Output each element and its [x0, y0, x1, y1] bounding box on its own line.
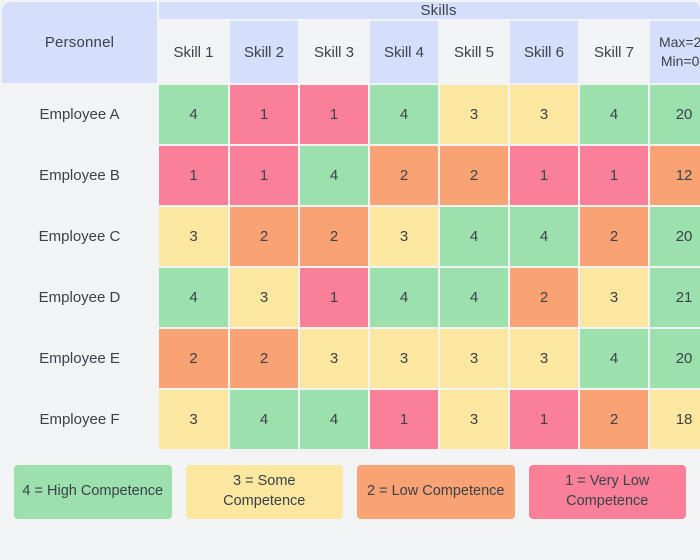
row-total-cell: 18 [650, 390, 700, 449]
score-cell: 4 [440, 207, 508, 266]
legend-item: 3 = Some Competence [185, 465, 343, 519]
score-cell: 4 [580, 329, 648, 388]
row-total-cell: 20 [650, 329, 700, 388]
score-cell: 3 [510, 85, 578, 144]
score-cell: 2 [300, 207, 368, 266]
row-total-cell: 21 [650, 268, 700, 327]
score-cell: 2 [370, 146, 438, 205]
skills-header: Skills [159, 2, 700, 19]
score-cell: 1 [580, 146, 648, 205]
row-label: Employee E [2, 329, 157, 388]
score-cell: 3 [370, 329, 438, 388]
score-cell: 3 [510, 329, 578, 388]
min-label: Min=07 [660, 53, 700, 69]
score-cell: 4 [159, 85, 228, 144]
score-cell: 4 [510, 207, 578, 266]
score-cell: 4 [230, 390, 298, 449]
matrix-header: Personnel Skills Skill 1 Skill 2 Skill 3… [2, 2, 700, 83]
row-label: Employee D [2, 268, 157, 327]
score-cell: 1 [300, 85, 368, 144]
column-header-skill-6: Skill 6 [510, 21, 578, 83]
score-cell: 3 [370, 207, 438, 266]
column-header-skill-3: Skill 3 [300, 21, 368, 83]
column-header-skill-1: Skill 1 [159, 21, 228, 83]
score-cell: 4 [440, 268, 508, 327]
score-cell: 1 [230, 146, 298, 205]
row-label: Employee C [2, 207, 157, 266]
score-cell: 3 [580, 268, 648, 327]
row-label: Employee A [2, 85, 157, 144]
score-cell: 3 [159, 390, 228, 449]
score-cell: 3 [300, 329, 368, 388]
score-cell: 3 [159, 207, 228, 266]
score-cell: 2 [440, 146, 508, 205]
score-cell: 3 [230, 268, 298, 327]
column-header-skill-4: Skill 4 [370, 21, 438, 83]
score-cell: 1 [159, 146, 228, 205]
table-row: Employee E 2 2 3 3 3 3 4 20 [2, 329, 700, 388]
score-cell: 2 [230, 207, 298, 266]
table-row: Employee A 4 1 1 4 3 3 4 20 [2, 85, 700, 144]
score-cell: 2 [230, 329, 298, 388]
score-cell: 3 [440, 390, 508, 449]
score-cell: 2 [159, 329, 228, 388]
column-header-skill-7: Skill 7 [580, 21, 648, 83]
row-label: Employee B [2, 146, 157, 205]
table-row: Employee D 4 3 1 4 4 2 3 21 [2, 268, 700, 327]
score-cell: 4 [370, 268, 438, 327]
personnel-header: Personnel [2, 2, 157, 83]
table-row: Employee B 1 1 4 2 2 1 1 12 [2, 146, 700, 205]
column-header-total-range: Max=28 Min=07 [650, 21, 700, 83]
row-label: Employee F [2, 390, 157, 449]
legend-item: 1 = Very Low Competence [528, 465, 686, 519]
row-total-cell: 20 [650, 85, 700, 144]
legend-item: 4 = High Competence [14, 465, 172, 519]
legend-item: 2 = Low Competence [357, 465, 515, 519]
score-cell: 4 [580, 85, 648, 144]
score-cell: 2 [580, 390, 648, 449]
score-cell: 1 [230, 85, 298, 144]
row-total-cell: 12 [650, 146, 700, 205]
max-label: Max=28 [658, 34, 700, 51]
column-header-skill-2: Skill 2 [230, 21, 298, 83]
score-cell: 1 [370, 390, 438, 449]
score-cell: 2 [510, 268, 578, 327]
score-cell: 2 [580, 207, 648, 266]
table-row: Employee F 3 4 4 1 3 1 2 18 [2, 390, 700, 449]
score-cell: 1 [510, 146, 578, 205]
score-cell: 4 [300, 146, 368, 205]
score-cell: 4 [159, 268, 228, 327]
score-cell: 1 [510, 390, 578, 449]
score-cell: 3 [440, 329, 508, 388]
table-row: Employee C 3 2 2 3 4 4 2 20 [2, 207, 700, 266]
competence-legend: 4 = High Competence 3 = Some Competence 2 … [0, 451, 700, 531]
skills-matrix-table: Personnel Skills Skill 1 Skill 2 Skill 3… [0, 0, 700, 451]
score-cell: 1 [300, 268, 368, 327]
score-cell: 3 [440, 85, 508, 144]
column-header-skill-5: Skill 5 [440, 21, 508, 83]
score-cell: 4 [300, 390, 368, 449]
matrix-body: Employee A 4 1 1 4 3 3 4 20 Employee B 1 1 4 2 2 1 1 12 Em… [2, 85, 700, 449]
skills-matrix-card: Personnel Skills Skill 1 Skill 2 Skill 3… [0, 0, 700, 560]
row-total-cell: 20 [650, 207, 700, 266]
score-cell: 4 [370, 85, 438, 144]
